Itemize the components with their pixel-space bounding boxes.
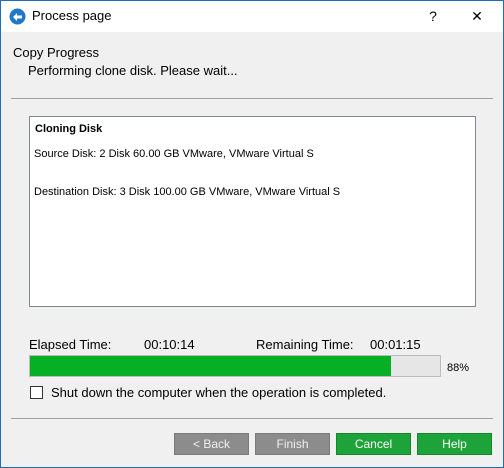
shutdown-checkbox-label[interactable]: Shut down the computer when the operatio… (51, 385, 386, 400)
page-subtitle: Performing clone disk. Please wait... (28, 63, 238, 78)
help-button[interactable]: Help (417, 433, 492, 455)
page-header: Copy Progress Performing clone disk. Ple… (1, 32, 503, 92)
process-page-window: Process page ? ✕ Copy Progress Performin… (0, 0, 504, 468)
close-icon[interactable]: ✕ (455, 1, 499, 32)
finish-button[interactable]: Finish (255, 433, 330, 455)
remaining-time-value: 00:01:15 (370, 337, 421, 352)
back-button[interactable]: < Back (174, 433, 249, 455)
cancel-button[interactable]: Cancel (336, 433, 411, 455)
window-title: Process page (32, 8, 112, 23)
elapsed-time-label: Elapsed Time: (29, 337, 112, 352)
source-disk-line: Source Disk: 2 Disk 60.00 GB VMware, VMw… (34, 148, 314, 160)
operation-log-panel[interactable]: Cloning Disk Source Disk: 2 Disk 60.00 G… (29, 116, 476, 307)
progress-bar (29, 355, 441, 377)
app-logo-icon (9, 8, 26, 25)
help-icon[interactable]: ? (411, 1, 455, 32)
remaining-time-label: Remaining Time: (256, 337, 354, 352)
progress-percent: 88% (447, 362, 470, 374)
log-title: Cloning Disk (35, 123, 103, 135)
progress-bar-fill (30, 356, 391, 376)
header-divider (11, 98, 493, 99)
shutdown-checkbox[interactable] (30, 386, 43, 399)
footer-divider (11, 418, 493, 419)
title-bar[interactable]: Process page ? ✕ (1, 1, 503, 32)
destination-disk-line: Destination Disk: 3 Disk 100.00 GB VMwar… (34, 186, 341, 198)
elapsed-time-value: 00:10:14 (144, 337, 195, 352)
page-title: Copy Progress (13, 45, 99, 60)
